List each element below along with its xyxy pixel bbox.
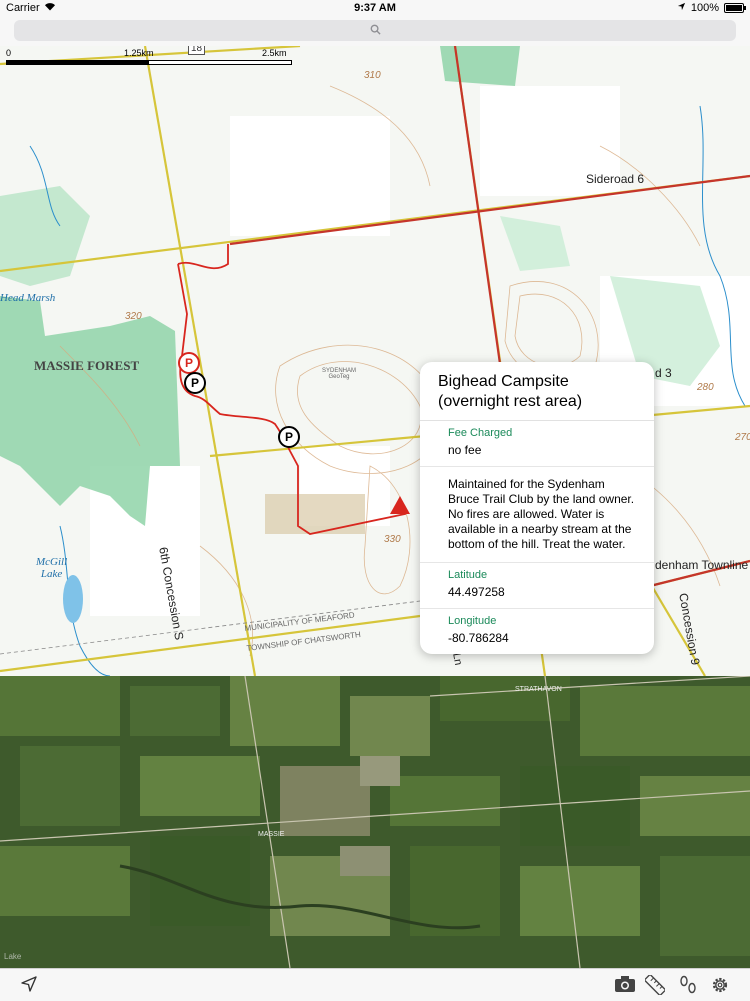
longitude-value: -80.786284 — [448, 631, 509, 645]
strathavon-label: STRATHAVON — [515, 686, 562, 693]
elevation-270: 270 — [735, 432, 750, 443]
elevation-310: 310 — [364, 70, 381, 81]
longitude-label: Longitude — [448, 615, 497, 627]
clearing-area — [265, 494, 365, 534]
battery-percent: 100% — [690, 2, 719, 14]
camera-icon[interactable] — [614, 975, 636, 998]
search-icon — [370, 22, 381, 40]
ruler-icon[interactable] — [643, 973, 667, 1000]
campsite-description: Maintained for the Sydenham Bruce Trail … — [420, 467, 654, 563]
fee-value: no fee — [448, 443, 482, 457]
road-3-label: d 3 — [655, 366, 672, 380]
gear-icon[interactable] — [710, 975, 730, 1000]
fee-label: Fee Charged — [448, 427, 513, 439]
elevation-280: 280 — [697, 382, 714, 393]
location-services-icon — [677, 2, 686, 14]
latitude-label: Latitude — [448, 569, 488, 581]
sydenham-label: SYDENHAM GeoTeg — [322, 368, 357, 380]
location-arrow-icon[interactable] — [20, 975, 38, 998]
lane-label: Ln — [450, 652, 465, 667]
longitude-row: Longitude -80.786284 — [420, 609, 654, 654]
status-bar: Carrier 9:37 AM 100% — [0, 0, 750, 16]
scale-mid: 1.25km — [124, 48, 154, 58]
search-bar-container — [0, 16, 750, 46]
map-scale: 0 1.25km 2.5km — [6, 46, 296, 66]
scale-zero: 0 — [6, 48, 12, 58]
popup-title: Bighead Campsite (overnight rest area) — [420, 362, 654, 421]
massie-forest-label: MASSIE FOREST — [34, 358, 140, 373]
parking-marker-2[interactable]: P — [278, 426, 300, 448]
footprints-icon[interactable] — [678, 975, 698, 1000]
search-bar[interactable] — [14, 20, 736, 41]
scale-bar — [6, 60, 292, 65]
satellite-canvas — [0, 676, 750, 968]
head-marsh-label: Head Marsh — [0, 292, 56, 304]
fee-row: Fee Charged no fee — [420, 421, 654, 467]
sideroad-6-label: Sideroad 6 — [586, 172, 645, 186]
satellite-imagery[interactable]: STRATHAVON MASSIE Lake — [0, 676, 750, 968]
townline-label: denham Townline — [655, 558, 749, 572]
satellite-lake-label: Lake — [4, 952, 22, 961]
scale-end: 2.5km — [262, 48, 287, 58]
battery-icon — [724, 3, 746, 13]
status-time: 9:37 AM — [354, 2, 396, 14]
campsite-info-popup: Bighead Campsite (overnight rest area) F… — [420, 362, 654, 654]
bottom-toolbar — [0, 968, 750, 1001]
parking-marker-red[interactable]: P — [178, 352, 200, 374]
elevation-320: 320 — [125, 311, 142, 322]
mcgill-lake — [63, 575, 83, 623]
latitude-row: Latitude 44.497258 — [420, 563, 654, 609]
latitude-value: 44.497258 — [448, 585, 505, 599]
status-right: 100% — [677, 2, 746, 14]
mcgill-lake-label: McGill Lake — [36, 556, 68, 580]
massie-label: MASSIE — [258, 831, 285, 838]
parking-marker-1[interactable]: P — [184, 372, 206, 394]
elevation-330: 330 — [384, 534, 401, 545]
